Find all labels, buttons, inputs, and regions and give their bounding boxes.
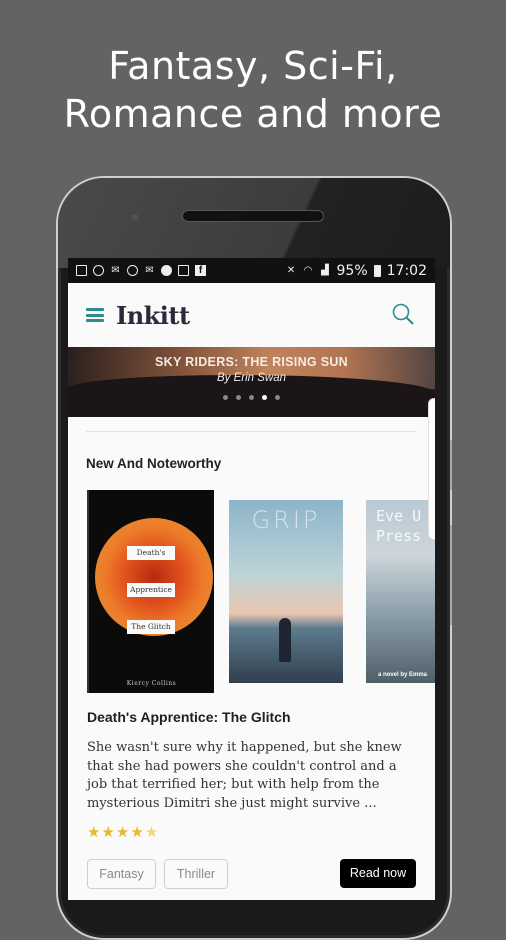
carousel-dot[interactable] <box>236 395 241 400</box>
cover-title: GRIP <box>251 506 321 534</box>
cover-title-line: Death's <box>127 546 175 560</box>
system-icons: ✕ ◠ ▟ 95% 17:02 <box>286 263 427 279</box>
wifi-icon: ◠ <box>303 265 313 276</box>
email-icon: ✉ <box>111 265 120 276</box>
hamburger-menu-icon[interactable] <box>86 308 104 322</box>
featured-author: By Erin Swan <box>216 372 287 384</box>
chrome-icon <box>127 265 138 276</box>
book-cover-eve[interactable]: Eve U Press a novel by Emma <box>366 500 435 683</box>
read-now-button[interactable]: Read now <box>340 859 416 888</box>
volume-button <box>450 440 452 490</box>
carousel-dots <box>68 395 435 400</box>
book-cover-grip[interactable]: GRIP <box>229 500 343 683</box>
tag-thriller[interactable]: Thriller <box>164 859 228 889</box>
cover-title-line: Press <box>376 527 422 545</box>
book-carousel: Death's Apprentice The Glitch Kiercy Col… <box>68 490 435 695</box>
cover-title-line: The Glitch <box>127 620 175 634</box>
power-button <box>450 525 452 625</box>
cover-title-line: Apprentice <box>127 583 175 597</box>
cover-title: Eve U Press <box>376 506 421 546</box>
promo-headline: Fantasy, Sci-Fi, Romance and more <box>0 42 506 138</box>
gallery-icon <box>76 265 87 276</box>
book-actions: Fantasy Thriller Read now <box>68 859 435 891</box>
app-bar: Inkitt <box>68 283 435 347</box>
book-description: She wasn't sure why it happened, but she… <box>87 740 402 811</box>
section-divider <box>86 431 417 432</box>
cover-figure-art <box>279 618 291 662</box>
mail-open-icon: ✉ <box>145 265 154 276</box>
featured-banner[interactable]: SKY RIDERS: THE RISING SUN By Erin Swan <box>68 347 435 417</box>
carousel-dot-active[interactable] <box>262 395 267 400</box>
facebook-icon: f <box>195 265 206 276</box>
carousel-dot[interactable] <box>249 395 254 400</box>
status-bar: ✉ ✉ f ✕ ◠ ▟ 95% 17:02 <box>68 258 435 283</box>
featured-title: SKY RIDERS: THE RISING SUN <box>154 355 348 369</box>
front-camera <box>132 214 138 220</box>
cover-flower-art <box>95 518 213 636</box>
notification-icons: ✉ ✉ f <box>76 265 206 276</box>
headline-line-1: Fantasy, Sci-Fi, <box>108 44 398 88</box>
instagram-icon <box>178 265 189 276</box>
circle-icon <box>93 265 104 276</box>
carousel-dot[interactable] <box>223 395 228 400</box>
signal-icon: ▟ <box>321 265 329 276</box>
cover-byline: a novel by Emma <box>378 672 428 678</box>
book-cover-deaths-apprentice[interactable]: Death's Apprentice The Glitch Kiercy Col… <box>87 490 214 693</box>
search-icon[interactable] <box>391 302 415 326</box>
battery-icon <box>373 264 381 277</box>
tag-fantasy[interactable]: Fantasy <box>87 859 156 889</box>
book-title[interactable]: Death's Apprentice: The Glitch <box>87 709 435 725</box>
edge-panel-handle[interactable] <box>428 398 435 540</box>
star-full-icon: ★ <box>130 824 144 841</box>
rating-stars: ★ ★ ★ ★ ★ <box>87 825 435 841</box>
battery-percent: 95% <box>336 262 368 279</box>
phone-glare <box>58 178 450 268</box>
app-screen: ✉ ✉ f ✕ ◠ ▟ 95% 17:02 Inkitt SKY RIDERS:… <box>68 258 435 900</box>
headline-line-2: Romance and more <box>63 92 443 136</box>
star-half-icon: ★ <box>144 824 159 841</box>
section-title: New And Noteworthy <box>86 456 222 471</box>
cover-title-line: Eve U <box>376 507 422 525</box>
cover-author: Kiercy Collins <box>126 680 177 687</box>
star-full-icon: ★ <box>101 824 115 841</box>
inkitt-logo[interactable]: Inkitt <box>116 301 190 330</box>
mute-icon: ✕ <box>286 265 296 276</box>
clock: 17:02 <box>386 262 427 279</box>
earpiece-speaker <box>182 210 324 222</box>
star-full-icon: ★ <box>87 824 101 841</box>
star-full-icon: ★ <box>115 824 130 841</box>
messenger-icon <box>161 265 172 276</box>
carousel-dot[interactable] <box>275 395 280 400</box>
